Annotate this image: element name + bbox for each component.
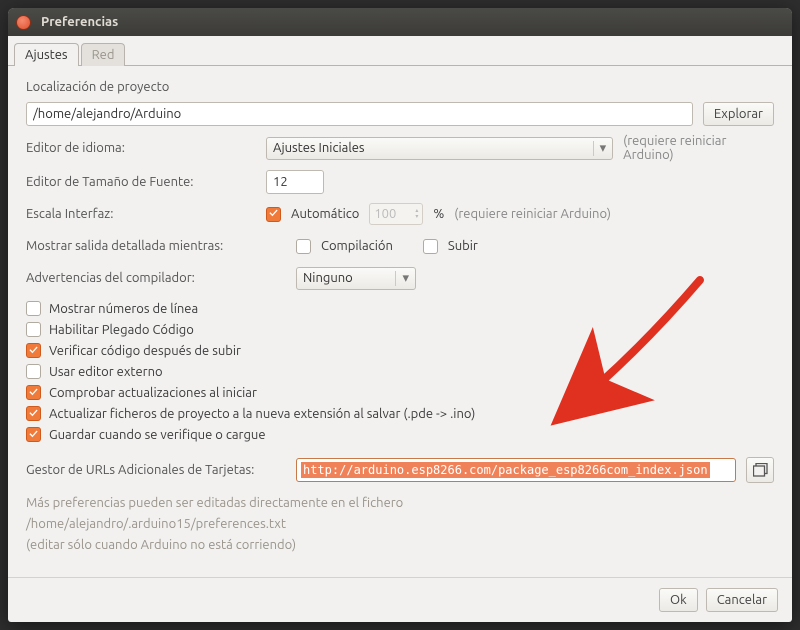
tab-bar: Ajustes Red: [8, 36, 792, 65]
scale-hint: (requiere reiniciar Arduino): [454, 207, 611, 221]
verbose-upload-checkbox[interactable]: [423, 239, 438, 254]
option-label: Habilitar Plegado Código: [49, 323, 194, 337]
option-row: Comprobar actualizaciones al iniciar: [26, 382, 774, 403]
option-row: Actualizar ficheros de proyecto a la nue…: [26, 403, 774, 424]
window-icon: [753, 463, 768, 477]
preferences-window: Preferencias Ajustes Red Localización de…: [8, 8, 792, 622]
option-checkbox[interactable]: [26, 364, 41, 379]
option-checkbox[interactable]: [26, 322, 41, 337]
scale-label: Escala Interfaz:: [26, 207, 256, 221]
scale-auto-label: Automático: [291, 207, 359, 221]
tab-ajustes[interactable]: Ajustes: [14, 43, 79, 66]
boards-url-expand-button[interactable]: [746, 457, 774, 483]
browse-button[interactable]: Explorar: [703, 102, 774, 126]
language-hint: (requiere reiniciar Arduino): [623, 134, 774, 162]
sketchbook-label: Localización de proyecto: [26, 80, 774, 94]
fontsize-input[interactable]: [266, 170, 324, 194]
percent-label: %: [433, 207, 444, 221]
option-label: Mostrar números de línea: [49, 302, 198, 316]
option-label: Usar editor externo: [49, 365, 163, 379]
option-checkbox[interactable]: [26, 406, 41, 421]
option-label: Verificar código después de subir: [49, 344, 241, 358]
sketchbook-path-input[interactable]: [26, 102, 693, 126]
ok-button[interactable]: Ok: [659, 588, 698, 612]
window-title: Preferencias: [41, 15, 118, 29]
note-line1: Más preferencias pueden ser editadas dir…: [26, 493, 774, 514]
language-value: Ajustes Iniciales: [273, 141, 365, 155]
close-icon[interactable]: [16, 15, 31, 30]
option-checkbox[interactable]: [26, 385, 41, 400]
verbose-label: Mostrar salida detallada mientras:: [26, 239, 286, 253]
language-label: Editor de idioma:: [26, 141, 256, 155]
boards-url-input[interactable]: http://arduino.esp8266.com/package_esp82…: [296, 458, 736, 482]
verbose-compile-checkbox[interactable]: [296, 239, 311, 254]
titlebar[interactable]: Preferencias: [8, 8, 792, 36]
dialog-footer: Ok Cancelar: [8, 577, 792, 622]
warnings-value: Ninguno: [303, 271, 353, 285]
tab-red[interactable]: Red: [81, 43, 126, 66]
option-row: Habilitar Plegado Código: [26, 319, 774, 340]
option-checkbox[interactable]: [26, 301, 41, 316]
option-checkbox[interactable]: [26, 343, 41, 358]
option-row: Guardar cuando se verifique o cargue: [26, 424, 774, 445]
option-row: Mostrar números de línea: [26, 298, 774, 319]
note-line2: /home/alejandro/.arduino15/preferences.t…: [26, 514, 774, 535]
options-list: Mostrar números de línea Habilitar Plegad…: [26, 298, 774, 445]
option-checkbox[interactable]: [26, 427, 41, 442]
option-row: Verificar código después de subir: [26, 340, 774, 361]
fontsize-label: Editor de Tamaño de Fuente:: [26, 175, 256, 189]
boards-url-label: Gestor de URLs Adicionales de Tarjetas:: [26, 463, 286, 477]
prefs-note: Más preferencias pueden ser editadas dir…: [26, 493, 774, 555]
settings-panel: Localización de proyecto Explorar Editor…: [8, 65, 792, 577]
scale-auto-checkbox[interactable]: [266, 207, 281, 222]
language-select[interactable]: Ajustes Iniciales ▾: [266, 137, 613, 160]
option-label: Comprobar actualizaciones al iniciar: [49, 386, 257, 400]
warnings-select[interactable]: Ninguno ▾: [296, 267, 416, 290]
cancel-button[interactable]: Cancelar: [706, 588, 778, 612]
boards-url-value: http://arduino.esp8266.com/package_esp82…: [301, 462, 710, 478]
scale-value-input: 100 ▴▾: [369, 203, 423, 225]
chevron-down-icon: ▾: [395, 271, 409, 286]
warnings-label: Advertencias del compilador:: [26, 271, 286, 285]
note-line3: (editar sólo cuando Arduino no está corr…: [26, 535, 774, 556]
chevron-down-icon: ▾: [593, 141, 607, 156]
verbose-compile-label: Compilación: [321, 239, 393, 253]
option-label: Guardar cuando se verifique o cargue: [49, 428, 266, 442]
option-row: Usar editor externo: [26, 361, 774, 382]
verbose-upload-label: Subir: [448, 239, 478, 253]
option-label: Actualizar ficheros de proyecto a la nue…: [49, 407, 475, 421]
